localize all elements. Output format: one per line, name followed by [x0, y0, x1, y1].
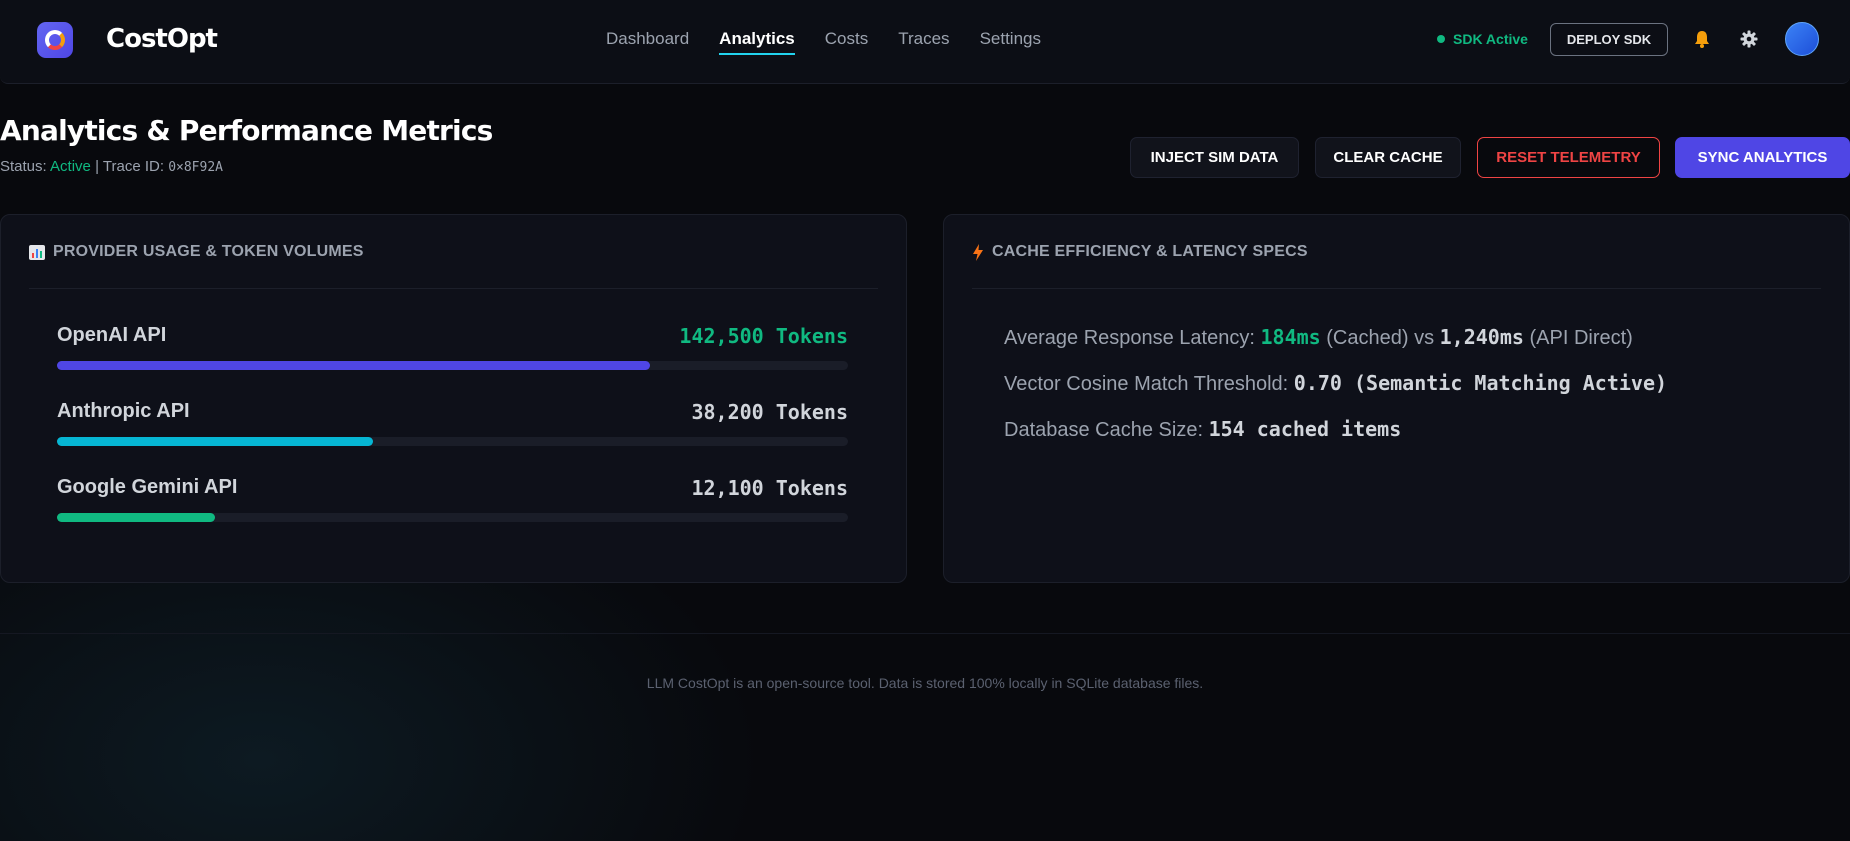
nav-item-analytics[interactable]: Analytics	[719, 29, 795, 55]
bell-icon[interactable]	[1694, 30, 1710, 48]
reset-telemetry-button[interactable]: RESET TELEMETRY	[1477, 137, 1660, 178]
provider-usage-panel: PROVIDER USAGE & TOKEN VOLUMES OpenAI AP…	[0, 214, 907, 583]
deploy-sdk-button[interactable]: DEPLOY SDK	[1550, 23, 1668, 56]
provider-token-count: 38,200 Tokens	[691, 400, 848, 424]
sync-analytics-button[interactable]: SYNC ANALYTICS	[1675, 137, 1850, 178]
footer-divider	[0, 633, 1850, 634]
footer-text: LLM CostOpt is an open-source tool. Data…	[646, 675, 1204, 691]
provider-token-count: 142,500 Tokens	[679, 324, 848, 348]
avatar[interactable]	[1785, 22, 1819, 56]
usage-progress-fill	[57, 437, 374, 446]
cached-label: (Cached) vs	[1326, 327, 1435, 349]
inject-sim-data-button[interactable]: INJECT SIM DATA	[1130, 137, 1299, 178]
cache-size-value: 154 cached items	[1208, 417, 1402, 441]
provider-name: Anthropic API	[57, 400, 190, 422]
trace-label: Trace ID:	[102, 158, 165, 175]
main-nav: Dashboard Analytics Costs Traces Setting…	[606, 29, 1041, 55]
provider-name: Google Gemini API	[57, 476, 238, 498]
latency-metric: Average Response Latency: 184ms (Cached)…	[1004, 325, 1633, 350]
cached-latency-value: 184ms	[1260, 325, 1321, 349]
usage-progress-bar	[57, 513, 848, 522]
top-navigation-bar: CostOpt Dashboard Analytics Costs Traces…	[0, 0, 1850, 84]
nav-item-costs[interactable]: Costs	[825, 29, 868, 55]
metric-label: Database Cache Size:	[1004, 419, 1204, 441]
cache-efficiency-panel: CACHE EFFICIENCY & LATENCY SPECS Average…	[943, 214, 1850, 583]
provider-token-count: 12,100 Tokens	[691, 476, 848, 500]
direct-latency-value: 1,240ms	[1439, 325, 1524, 349]
metric-label: Average Response Latency:	[1004, 327, 1255, 349]
gear-icon[interactable]	[1740, 30, 1758, 48]
status-label: Status:	[0, 158, 47, 175]
trace-id-value: 0×8F92A	[168, 160, 223, 175]
usage-progress-bar	[57, 437, 848, 446]
panel-header: CACHE EFFICIENCY & LATENCY SPECS	[972, 243, 1821, 289]
lightning-icon	[973, 244, 983, 261]
usage-progress-fill	[57, 361, 651, 370]
usage-progress-fill	[57, 513, 216, 522]
logo-mark	[45, 30, 65, 50]
usage-progress-bar	[57, 361, 848, 370]
status-line: Status: Active | Trace ID: 0×8F92A	[0, 158, 223, 175]
sdk-status-label: SDK Active	[1453, 31, 1528, 47]
cache-size-metric: Database Cache Size: 154 cached items	[1004, 417, 1401, 442]
status-dot-icon	[1437, 35, 1445, 43]
provider-name: OpenAI API	[57, 324, 167, 346]
bar-chart-icon	[29, 245, 45, 260]
page-title: Analytics & Performance Metrics	[0, 114, 493, 147]
direct-label: (API Direct)	[1529, 327, 1633, 349]
nav-item-settings[interactable]: Settings	[980, 29, 1041, 55]
threshold-metric: Vector Cosine Match Threshold: 0.70 (Sem…	[1004, 371, 1667, 396]
status-value: Active	[50, 158, 91, 175]
metric-label: Vector Cosine Match Threshold:	[1004, 373, 1289, 395]
nav-item-dashboard[interactable]: Dashboard	[606, 29, 689, 55]
panel-title: CACHE EFFICIENCY & LATENCY SPECS	[992, 243, 1308, 260]
clear-cache-button[interactable]: CLEAR CACHE	[1315, 137, 1461, 178]
panel-title: PROVIDER USAGE & TOKEN VOLUMES	[53, 243, 364, 260]
threshold-value: 0.70 (Semantic Matching Active)	[1293, 371, 1668, 395]
nav-item-traces[interactable]: Traces	[898, 29, 949, 55]
status-separator: |	[95, 158, 99, 175]
logo-icon[interactable]	[37, 22, 73, 58]
panel-header: PROVIDER USAGE & TOKEN VOLUMES	[29, 243, 878, 289]
brand-name[interactable]: CostOpt	[106, 24, 218, 54]
sdk-status-indicator: SDK Active	[1437, 31, 1528, 47]
